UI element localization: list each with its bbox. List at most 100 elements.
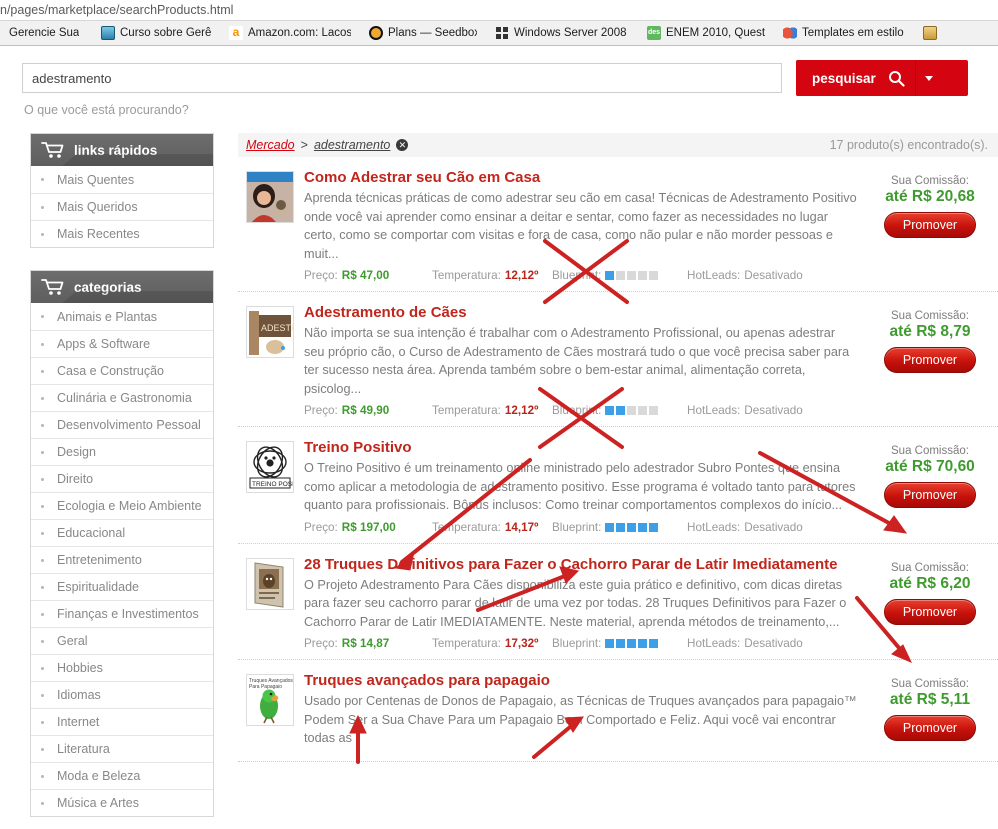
commission-label: Sua Comissão: <box>891 678 969 690</box>
product-row: Como Adestrar seu Cão em Casa Aprenda téc… <box>238 157 998 292</box>
preco-label: Preço: <box>304 520 338 534</box>
product-commission: Sua Comissão: até R$ 20,68 Promover <box>868 169 992 282</box>
svg-text:ADESTRA: ADESTRA <box>261 323 293 333</box>
sidebar-category-design[interactable]: Design <box>31 438 213 465</box>
blueprint-box <box>627 522 637 532</box>
search-input[interactable] <box>22 63 782 93</box>
sidebar-category-finan-as-e-investimentos[interactable]: Finanças e Investimentos <box>31 600 213 627</box>
sidebar-category-apps-software[interactable]: Apps & Software <box>31 330 213 357</box>
bookmark-item[interactable]: Gerencie Sua <box>0 21 92 45</box>
bookmark-label: Templates em estilo r <box>802 27 905 39</box>
product-description: Usado por Centenas de Donos de Papagaio,… <box>304 694 857 745</box>
promover-button[interactable]: Promover <box>883 482 977 508</box>
bookmark-item[interactable]: a Amazon.com: Lacoste <box>220 21 360 45</box>
blueprint-box <box>605 639 615 648</box>
sidebar-quicklink-mais-quentes[interactable]: Mais Quentes <box>31 166 213 193</box>
sidebar-category-idiomas[interactable]: Idiomas <box>31 681 213 708</box>
search-button[interactable]: pesquisar <box>796 60 915 96</box>
bullet-icon <box>41 531 44 535</box>
sidebar-category-espiritualidade[interactable]: Espiritualidade <box>31 573 213 600</box>
dog-course-thumb[interactable]: ADESTRA <box>246 306 294 358</box>
sidebar-category-entretenimento[interactable]: Entretenimento <box>31 546 213 573</box>
sidebar-category-label: Geral <box>57 634 88 648</box>
search-dropdown-toggle[interactable] <box>914 60 943 96</box>
sidebar: links rápidos Mais Quentes Mais Queridos M… <box>0 133 214 829</box>
woman-with-dog-thumb[interactable] <box>246 171 294 223</box>
bookmark-item[interactable]: des ENEM 2010, Questão <box>638 21 774 45</box>
promover-button[interactable]: Promover <box>883 212 977 238</box>
sidebar-category-educacional[interactable]: Educacional <box>31 519 213 546</box>
parrot-thumb[interactable]: Truques Avançados Para Papagaio <box>246 674 294 726</box>
product-title[interactable]: 28 Truques Definitivos para Fazer o Cach… <box>304 556 858 574</box>
sidebar-category-culin-ria-e-gastronomia[interactable]: Culinária e Gastronomia <box>31 384 213 411</box>
product-meta: Preço: R$ 197,00 Temperatura: 14,17º Bluepri… <box>304 519 858 534</box>
sidebar-category-label: Espiritualidade <box>57 580 139 594</box>
quick-links-panel: links rápidos Mais Quentes Mais Queridos M… <box>30 133 214 248</box>
preco-label: Preço: <box>304 269 338 282</box>
sidebar-category-direito[interactable]: Direito <box>31 465 213 492</box>
product-title[interactable]: Adestramento de Cães <box>304 304 858 322</box>
preco-cell: Preço: R$ 14,87 <box>304 637 432 650</box>
bookmark-item[interactable]: Templates em estilo r <box>774 21 914 45</box>
close-icon[interactable]: ✕ <box>396 139 409 151</box>
bullet-icon <box>41 639 44 643</box>
sidebar-category-m-sica-e-artes[interactable]: Música e Artes <box>31 789 213 816</box>
preco-value: R$ 14,87 <box>341 637 390 650</box>
cart-icon <box>41 141 65 159</box>
product-title[interactable]: Treino Positivo <box>304 439 858 457</box>
bullet-icon <box>41 666 44 670</box>
temperatura-label: Temperatura: <box>432 404 501 417</box>
sidebar-category-internet[interactable]: Internet <box>31 708 213 735</box>
sidebar-quicklink-mais-recentes[interactable]: Mais Recentes <box>31 220 213 247</box>
book-dog-thumb[interactable] <box>246 557 294 610</box>
product-main: 28 Truques Definitivos para Fazer o Cach… <box>304 556 858 651</box>
bookmark-item[interactable]: Windows Server 2008 <box>486 21 638 45</box>
product-description: O Projeto Adestramento Para Cães disponi… <box>304 577 847 629</box>
sidebar-category-label: Entretenimento <box>57 553 142 567</box>
commission-label: Sua Comissão: <box>891 310 969 322</box>
bookmark-item[interactable]: Plans — Seedboxes.c <box>360 21 486 45</box>
sidebar-category-hobbies[interactable]: Hobbies <box>31 654 213 681</box>
sidebar-category-geral[interactable]: Geral <box>31 627 213 654</box>
blueprint-meter <box>605 271 659 280</box>
browser-url-bar[interactable]: n/pages/marketplace/searchProducts.html <box>0 0 998 20</box>
product-main: Truques avançados para papagaio Usado por… <box>304 672 858 752</box>
bullet-icon <box>41 720 44 724</box>
bookmark-item[interactable]: Curso sobre Gerênci <box>92 21 220 45</box>
sidebar-category-label: Design <box>57 445 96 459</box>
results-column: Mercado > adestramento ✕ 17 produto(s) e… <box>214 133 998 829</box>
blueprint-box <box>649 522 659 532</box>
blueprint-box <box>605 271 615 280</box>
product-title[interactable]: Como Adestrar seu Cão em Casa <box>304 169 858 187</box>
sidebar-quicklink-mais-queridos[interactable]: Mais Queridos <box>31 193 213 220</box>
sidebar-category-ecologia-e-meio-ambiente[interactable]: Ecologia e Meio Ambiente <box>31 492 213 519</box>
blueprint-box <box>616 522 626 532</box>
blueprint-cell: Blueprint: <box>552 269 687 282</box>
sidebar-category-moda-e-beleza[interactable]: Moda e Beleza <box>31 762 213 789</box>
product-row: TREINO POSITIVO Treino Positivo O Treino … <box>238 427 998 544</box>
bookmark-item[interactable] <box>914 21 940 45</box>
promover-button[interactable]: Promover <box>883 347 977 373</box>
blueprint-meter <box>605 406 659 415</box>
hotleads-label: HotLeads: <box>687 269 741 282</box>
sidebar-category-literatura[interactable]: Literatura <box>31 735 213 762</box>
bookmark-label: Amazon.com: Lacoste <box>248 27 351 39</box>
promover-button[interactable]: Promover <box>883 598 977 625</box>
cart-icon <box>41 278 65 296</box>
product-main: Treino Positivo O Treino Positivo é um tr… <box>304 439 858 534</box>
sidebar-category-animais-e-plantas[interactable]: Animais e Plantas <box>31 303 213 330</box>
bullet-icon <box>41 315 44 318</box>
breadcrumb-current-term[interactable]: adestramento <box>314 138 390 152</box>
product-title[interactable]: Truques avançados para papagaio <box>304 672 858 690</box>
breadcrumb-root-link[interactable]: Mercado <box>246 138 295 152</box>
promover-button[interactable]: Promover <box>883 715 977 741</box>
breadcrumb-left: Mercado > adestramento ✕ <box>246 138 409 152</box>
sidebar-category-casa-e-constru-o[interactable]: Casa e Construção <box>31 357 213 384</box>
temperatura-cell: Temperatura: 17,32º <box>432 637 552 650</box>
product-row: Truques Avançados Para Papagaio Truques … <box>238 660 998 762</box>
search-row: pesquisar <box>0 46 998 96</box>
treino-positivo-logo-thumb[interactable]: TREINO POSITIVO <box>246 441 294 493</box>
amazon-icon: a <box>229 26 243 40</box>
sidebar-category-desenvolvimento-pessoal[interactable]: Desenvolvimento Pessoal <box>31 411 213 438</box>
sidebar-category-label: Música e Artes <box>57 796 139 810</box>
